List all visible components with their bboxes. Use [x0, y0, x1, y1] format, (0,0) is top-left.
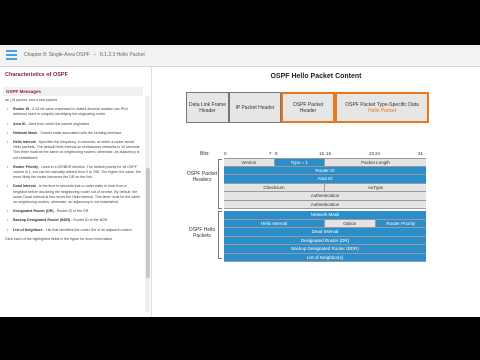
menu-icon[interactable]	[6, 50, 17, 61]
scrollbar-thumb[interactable]	[145, 168, 150, 278]
field-description-text: - A 32-bit value expressed in dotted dec…	[13, 107, 128, 117]
bit-tick-7: 7	[269, 151, 272, 156]
left-panel-subheading: OSPF Messages	[3, 87, 143, 96]
packet-field-row: Designated Router (DR)	[224, 236, 426, 245]
field-description-item: Dead Interval - Is the time in seconds t…	[5, 184, 141, 205]
left-panel: Characteristics of OSPF OSPF Messages as…	[0, 67, 152, 317]
label-ospf-hello-packets: OSPF Hello Packets	[188, 227, 216, 239]
brace-ospf-hello	[218, 211, 222, 259]
packet-header-row: Data Link Frame Header IP Packet Header …	[186, 92, 429, 123]
field-description-term: Network Mask	[13, 130, 38, 135]
packet-field-option[interactable]: Option	[325, 219, 376, 227]
left-panel-text: as (.0) packet, and a new packet Router …	[5, 98, 141, 246]
field-description-item: Hello Interval - Specifies the frequency…	[5, 140, 141, 161]
packet-field-dead-interval[interactable]: Dead Interval	[224, 228, 426, 236]
packet-field-row: Version Type = 1 Packet Length	[224, 158, 426, 167]
packet-field-checksum[interactable]: Checksum	[224, 183, 325, 191]
hello-packet-grid: Version Type = 1 Packet Length Router ID Are…	[224, 158, 426, 262]
bit-tick-24: 24	[375, 151, 381, 156]
packet-field-authentication[interactable]: Authentication	[224, 200, 426, 208]
packet-field-list-of-neighbor-s[interactable]: List of Neighbor(s)	[224, 253, 426, 261]
bit-tick-23: 23	[369, 151, 375, 156]
header-ip-packet[interactable]: IP Packet Header	[229, 92, 281, 123]
left-panel-intro: as (.0) packet, and a new packet	[5, 98, 57, 102]
field-description-term: Router Priority	[13, 164, 39, 169]
field-description-term: Backup Designated Router (BDR)	[13, 218, 71, 223]
field-description-text: - Subnet mask associated with the sendin…	[37, 130, 123, 135]
field-description-item: Designated Router (DR) - Router ID of th…	[5, 209, 141, 214]
packet-field-network-mask[interactable]: Network Mask	[224, 211, 426, 219]
course-window: Chapter 8: Single-Area OSPF › 8.1.2.3 He…	[0, 45, 480, 317]
field-description-item: List of Neighbors - List that identifies…	[5, 228, 141, 233]
packet-field-row: Backup Designated Router (BDR)	[224, 245, 426, 254]
field-description-item: Network Mask - Subnet mask associated wi…	[5, 131, 141, 136]
packet-field-type-1[interactable]: Type = 1	[274, 159, 325, 166]
label-ospf-packet-headers: OSPF Packet Headers	[186, 171, 218, 183]
packet-field-row: Checksum AuType	[224, 183, 426, 192]
packet-field-row: Authentication	[224, 192, 426, 201]
breadcrumb-section: 8.1.2.3 Hello Packet	[100, 52, 145, 58]
bit-tick-31: 31	[418, 151, 424, 156]
field-description-item: Area ID - Area from which the packet ori…	[5, 122, 141, 127]
packet-field-router-priority[interactable]: Router Priority	[375, 219, 426, 227]
bits-label: Bits:	[200, 151, 210, 157]
packet-field-row: Hello Interval Option Router Priority	[224, 219, 426, 228]
packet-field-row: Dead Interval	[224, 228, 426, 237]
brace-ospf-headers	[218, 159, 222, 209]
field-description-term: Dead Interval	[13, 184, 36, 189]
field-description-text: - Router ID of the DR.	[53, 209, 90, 214]
packet-field-version[interactable]: Version	[224, 159, 275, 166]
packet-field-router-id[interactable]: Router ID	[224, 166, 426, 174]
packet-field-packet-length[interactable]: Packet Length	[325, 159, 426, 166]
header-data-link-frame[interactable]: Data Link Frame Header	[186, 92, 229, 123]
header-ospf-type-specific[interactable]: OSPF Packet Type-Specific Data Hello Pac…	[335, 92, 429, 123]
packet-field-hello-interval[interactable]: Hello Interval	[224, 219, 325, 227]
field-description-term: Area ID	[13, 121, 26, 126]
breadcrumb-chapter[interactable]: Chapter 8: Single-Area OSPF	[24, 52, 90, 58]
packet-field-backup-designated-router-bdr[interactable]: Backup Designated Router (BDR)	[224, 245, 426, 253]
bit-tick-16: 16	[326, 151, 332, 156]
packet-field-row: Router ID	[224, 166, 426, 175]
left-panel-scrollbar[interactable]	[145, 96, 150, 312]
figure-title: OSPF Hello Packet Content	[270, 73, 362, 80]
packet-field-row: Network Mask	[224, 211, 426, 220]
field-description-term: Hello Interval	[13, 140, 36, 145]
header-ospf-packet[interactable]: OSPF Packet Header	[281, 92, 335, 123]
bit-tick-8: 8	[275, 151, 278, 156]
field-description-item: Router Priority - Used in a DR/BDR elect…	[5, 165, 141, 181]
bit-tick-0: 0	[224, 151, 227, 156]
packet-field-row: Authentication	[224, 200, 426, 209]
bit-tick-15: 15	[319, 151, 325, 156]
field-description-text: - Router ID of the BDR.	[70, 218, 109, 223]
field-description-text: - Area from which the packet originated.	[25, 121, 90, 126]
field-description-term: Designated Router (DR)	[13, 209, 54, 214]
packet-field-area-id[interactable]: Area ID	[224, 175, 426, 183]
packet-field-autype[interactable]: AuType	[325, 183, 426, 191]
packet-field-row: Area ID	[224, 175, 426, 184]
packet-field-authentication[interactable]: Authentication	[224, 192, 426, 200]
field-description-item: Router ID - A 32-bit value expressed in …	[5, 107, 141, 117]
breadcrumb-bar: Chapter 8: Single-Area OSPF › 8.1.2.3 He…	[0, 45, 480, 67]
packet-field-designated-router-dr[interactable]: Designated Router (DR)	[224, 236, 426, 244]
left-panel-footer: Click each of the highlighted fields in …	[5, 236, 114, 241]
packet-field-row: List of Neighbor(s)	[224, 253, 426, 262]
field-description-term: Router ID	[13, 107, 30, 112]
field-description-item: Backup Designated Router (BDR) - Router …	[5, 218, 141, 223]
field-description-text: - List that identifies the router IDs of…	[42, 227, 133, 232]
chevron-right-icon: ›	[94, 52, 96, 58]
field-description-term: List of Neighbors	[13, 227, 43, 232]
left-panel-title: Characteristics of OSPF	[5, 72, 68, 78]
